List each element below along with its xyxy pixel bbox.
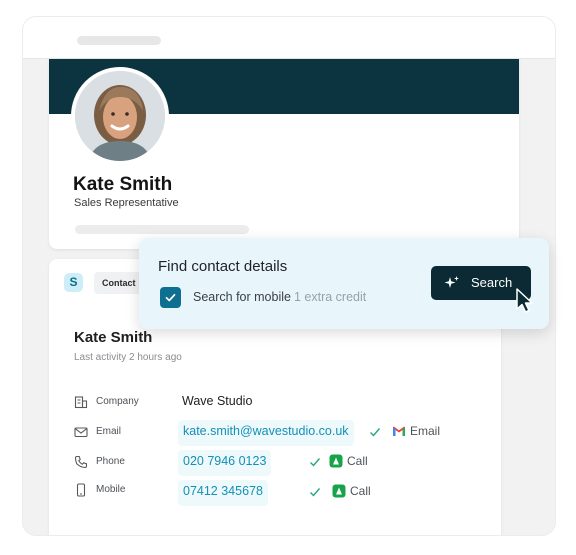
gmail-icon [393,426,405,436]
placeholder-bar [75,225,249,234]
phone-call-action[interactable]: Call [329,454,368,468]
email-action[interactable]: Email [392,424,440,438]
search-mobile-checkbox[interactable] [160,287,181,308]
profile-role: Sales Representative [74,197,179,209]
tab-contact[interactable]: Contact [94,272,144,294]
phone-call-label: Call [347,454,368,468]
email-value[interactable]: kate.smith@wavestudio.co.uk [178,420,354,446]
mobile-label: Mobile [96,484,126,495]
verified-check-icon [310,488,321,497]
mobile-icon [76,483,86,497]
company-value: Wave Studio [182,394,253,408]
phone-value[interactable]: 020 7946 0123 [178,450,272,476]
address-placeholder [77,36,161,45]
contact-name: Kate Smith [74,329,153,346]
profile-card: Kate Smith Sales Representative [49,59,519,249]
call-app-icon [329,454,343,468]
profile-name: Kate Smith [73,174,173,195]
mobile-value[interactable]: 07412 345678 [178,480,268,506]
find-contact-popup: Find contact details Search for mobile 1 … [139,238,549,329]
checkmark-icon [165,293,176,302]
phone-label: Phone [96,456,125,467]
phone-icon [74,455,88,469]
phone-row: Phone 020 7946 0123 Call [74,449,494,476]
credit-note: 1 extra credit [293,290,367,304]
company-label: Company [96,396,139,407]
mobile-call-label: Call [350,484,371,498]
mobile-row: Mobile 07412 345678 Call [74,477,494,506]
extension-logo[interactable]: S [64,273,83,292]
company-row: Company Wave Studio [74,389,494,415]
call-app-icon [332,484,346,498]
browser-bar [23,17,555,59]
search-button-label: Search [471,275,513,290]
verified-check-icon [310,458,321,467]
last-activity: Last activity 2 hours ago [74,352,182,363]
email-row: Email kate.smith@wavestudio.co.uk Email [74,419,494,446]
sparkle-icon [444,276,459,288]
popup-title: Find contact details [158,258,288,275]
building-icon [74,396,88,409]
verified-check-icon [370,428,381,437]
email-label: Email [96,426,122,437]
mail-icon [74,427,88,438]
avatar [71,67,169,165]
mouse-cursor-icon [516,288,533,313]
option-label: Search for mobile [193,290,291,304]
mobile-call-action[interactable]: Call [332,484,371,498]
search-mobile-option[interactable]: Search for mobile 1 extra credit [193,290,366,304]
email-action-label: Email [410,424,441,438]
